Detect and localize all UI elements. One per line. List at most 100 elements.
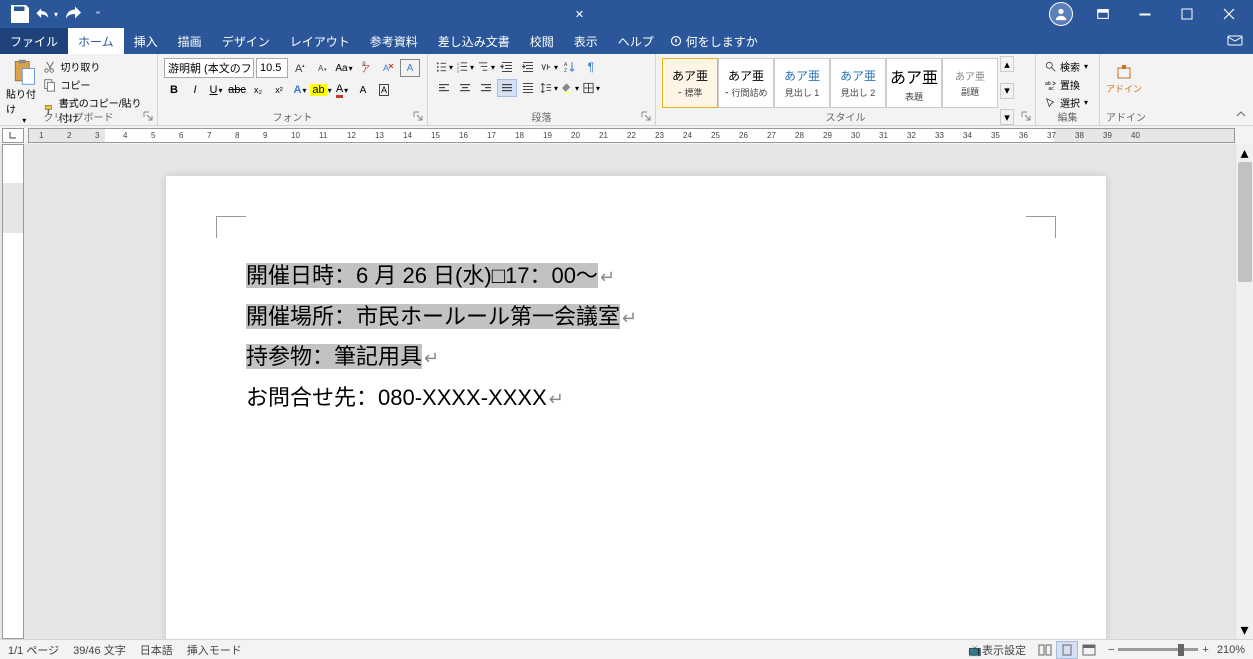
font-name-combo[interactable]: [164, 58, 254, 78]
style-⁃ 行間詰め[interactable]: あア亜⁃ 行間詰め: [718, 58, 774, 108]
align-right-button[interactable]: [476, 79, 496, 97]
print-layout-button[interactable]: [1056, 641, 1078, 659]
line-spacing-button[interactable]: ▾: [539, 79, 559, 97]
insert-mode[interactable]: 挿入モード: [187, 642, 242, 658]
italic-button[interactable]: I: [185, 81, 205, 99]
distributed-button[interactable]: [518, 79, 538, 97]
tab-insert[interactable]: 挿入: [124, 28, 168, 54]
style-表題[interactable]: あア亜表題: [886, 58, 942, 108]
justify-button[interactable]: [497, 79, 517, 97]
tab-design[interactable]: デザイン: [212, 28, 280, 54]
document-line[interactable]: お問合せ先：080-XXXX-XXXX↵: [246, 378, 1036, 419]
strikethrough-button[interactable]: abc: [227, 81, 247, 99]
character-border-button[interactable]: A: [374, 81, 394, 99]
scroll-up-button[interactable]: ▴: [1236, 144, 1253, 162]
tab-home[interactable]: ホーム: [68, 28, 124, 54]
increase-indent-button[interactable]: [518, 58, 538, 76]
numbering-button[interactable]: 123▾: [455, 58, 475, 76]
increase-font-button[interactable]: A▴: [290, 59, 310, 77]
style-見出し 1[interactable]: あア亜見出し 1: [774, 58, 830, 108]
scroll-thumb[interactable]: [1238, 162, 1252, 282]
close-button[interactable]: [1209, 0, 1249, 28]
tab-help[interactable]: ヘルプ: [608, 28, 664, 54]
styles-launcher[interactable]: [1021, 111, 1033, 123]
account-icon[interactable]: [1049, 2, 1073, 26]
superscript-button[interactable]: x²: [269, 81, 289, 99]
undo-button[interactable]: ▾: [34, 2, 58, 26]
find-button[interactable]: 検索▾: [1042, 58, 1093, 75]
style-副題[interactable]: あア亜副題: [942, 58, 998, 108]
tab-review[interactable]: 校閲: [520, 28, 564, 54]
font-color-button[interactable]: A▾: [332, 81, 352, 99]
tab-file[interactable]: ファイル: [0, 28, 68, 54]
styles-scroll-up[interactable]: ▴: [1000, 56, 1014, 72]
styles-scroll-down[interactable]: ▾: [1000, 83, 1014, 99]
addins-button[interactable]: アドイン: [1106, 56, 1142, 95]
zoom-out-button[interactable]: −: [1108, 644, 1114, 656]
vertical-scrollbar[interactable]: ▴ ▾: [1235, 144, 1253, 639]
font-launcher[interactable]: [413, 111, 425, 123]
decrease-font-button[interactable]: A▾: [312, 59, 332, 77]
margin-mark-right: [1026, 216, 1056, 238]
vertical-ruler[interactable]: [2, 144, 24, 639]
tab-view[interactable]: 表示: [564, 28, 608, 54]
document-line[interactable]: 持参物：筆記用具↵: [246, 337, 1036, 378]
paragraph-launcher[interactable]: [641, 111, 653, 123]
bullets-button[interactable]: ▾: [434, 58, 454, 76]
show-hide-marks-button[interactable]: ¶: [581, 58, 601, 76]
tab-mailings[interactable]: 差し込み文書: [428, 28, 520, 54]
enclose-characters-button[interactable]: A: [400, 59, 420, 77]
clipboard-launcher[interactable]: [143, 111, 155, 123]
clear-formatting-button[interactable]: A: [378, 59, 398, 77]
borders-button[interactable]: ▾: [581, 79, 601, 97]
zoom-slider[interactable]: [1118, 648, 1198, 651]
scroll-down-button[interactable]: ▾: [1236, 621, 1253, 639]
multilevel-list-button[interactable]: ▾: [476, 58, 496, 76]
display-settings[interactable]: 📺表示設定: [968, 642, 1026, 658]
minimize-button[interactable]: [1125, 0, 1165, 28]
tab-layout[interactable]: レイアウト: [280, 28, 360, 54]
document-viewport[interactable]: 開催日時：6 月 26 日(水)□17：00～↵開催場所：市民ホールール第一会議…: [26, 144, 1235, 639]
sort-button[interactable]: AZ: [560, 58, 580, 76]
redo-button[interactable]: [60, 2, 84, 26]
horizontal-ruler[interactable]: 1234567891011121314151617181920212223242…: [28, 128, 1235, 143]
asian-layout-button[interactable]: ▾: [539, 58, 559, 76]
copy-button[interactable]: コピー: [41, 76, 151, 93]
share-button[interactable]: [1227, 33, 1243, 50]
replace-button[interactable]: abac置換: [1042, 76, 1093, 93]
highlight-button[interactable]: ab▾: [311, 81, 331, 99]
zoom-level[interactable]: 210%: [1217, 644, 1245, 656]
tab-draw[interactable]: 描画: [168, 28, 212, 54]
decrease-indent-button[interactable]: [497, 58, 517, 76]
maximize-button[interactable]: [1167, 0, 1207, 28]
bold-button[interactable]: B: [164, 81, 184, 99]
qat-customize[interactable]: ⁼: [86, 2, 110, 26]
tell-me-search[interactable]: 何をしますか: [670, 33, 758, 50]
word-count[interactable]: 39/46 文字: [73, 642, 126, 658]
subscript-button[interactable]: x₂: [248, 81, 268, 99]
text-effects-button[interactable]: A▾: [290, 81, 310, 99]
tab-selector[interactable]: [2, 128, 24, 143]
ribbon-display-button[interactable]: [1083, 0, 1123, 28]
language-indicator[interactable]: 日本語: [140, 642, 173, 658]
underline-button[interactable]: U▾: [206, 81, 226, 99]
collapse-ribbon-button[interactable]: [1235, 108, 1247, 123]
style-⁃ 標準[interactable]: あア亜⁃ 標準: [662, 58, 718, 108]
align-left-button[interactable]: [434, 79, 454, 97]
phonetic-guide-button[interactable]: ア亜: [356, 59, 376, 77]
tab-references[interactable]: 参考資料: [360, 28, 428, 54]
font-size-combo[interactable]: [256, 58, 288, 78]
web-layout-button[interactable]: [1078, 641, 1100, 659]
align-center-button[interactable]: [455, 79, 475, 97]
style-見出し 2[interactable]: あア亜見出し 2: [830, 58, 886, 108]
page-indicator[interactable]: 1/1 ページ: [8, 642, 59, 658]
shading-button[interactable]: ▾: [560, 79, 580, 97]
change-case-button[interactable]: Aa▾: [334, 59, 354, 77]
document-line[interactable]: 開催場所：市民ホールール第一会議室↵: [246, 297, 1036, 338]
character-shading-button[interactable]: A: [353, 81, 373, 99]
cut-button[interactable]: 切り取り: [41, 58, 151, 75]
save-button[interactable]: [8, 2, 32, 26]
document-line[interactable]: 開催日時：6 月 26 日(水)□17：00～↵: [246, 256, 1036, 297]
zoom-in-button[interactable]: +: [1202, 644, 1208, 656]
read-mode-button[interactable]: [1034, 641, 1056, 659]
